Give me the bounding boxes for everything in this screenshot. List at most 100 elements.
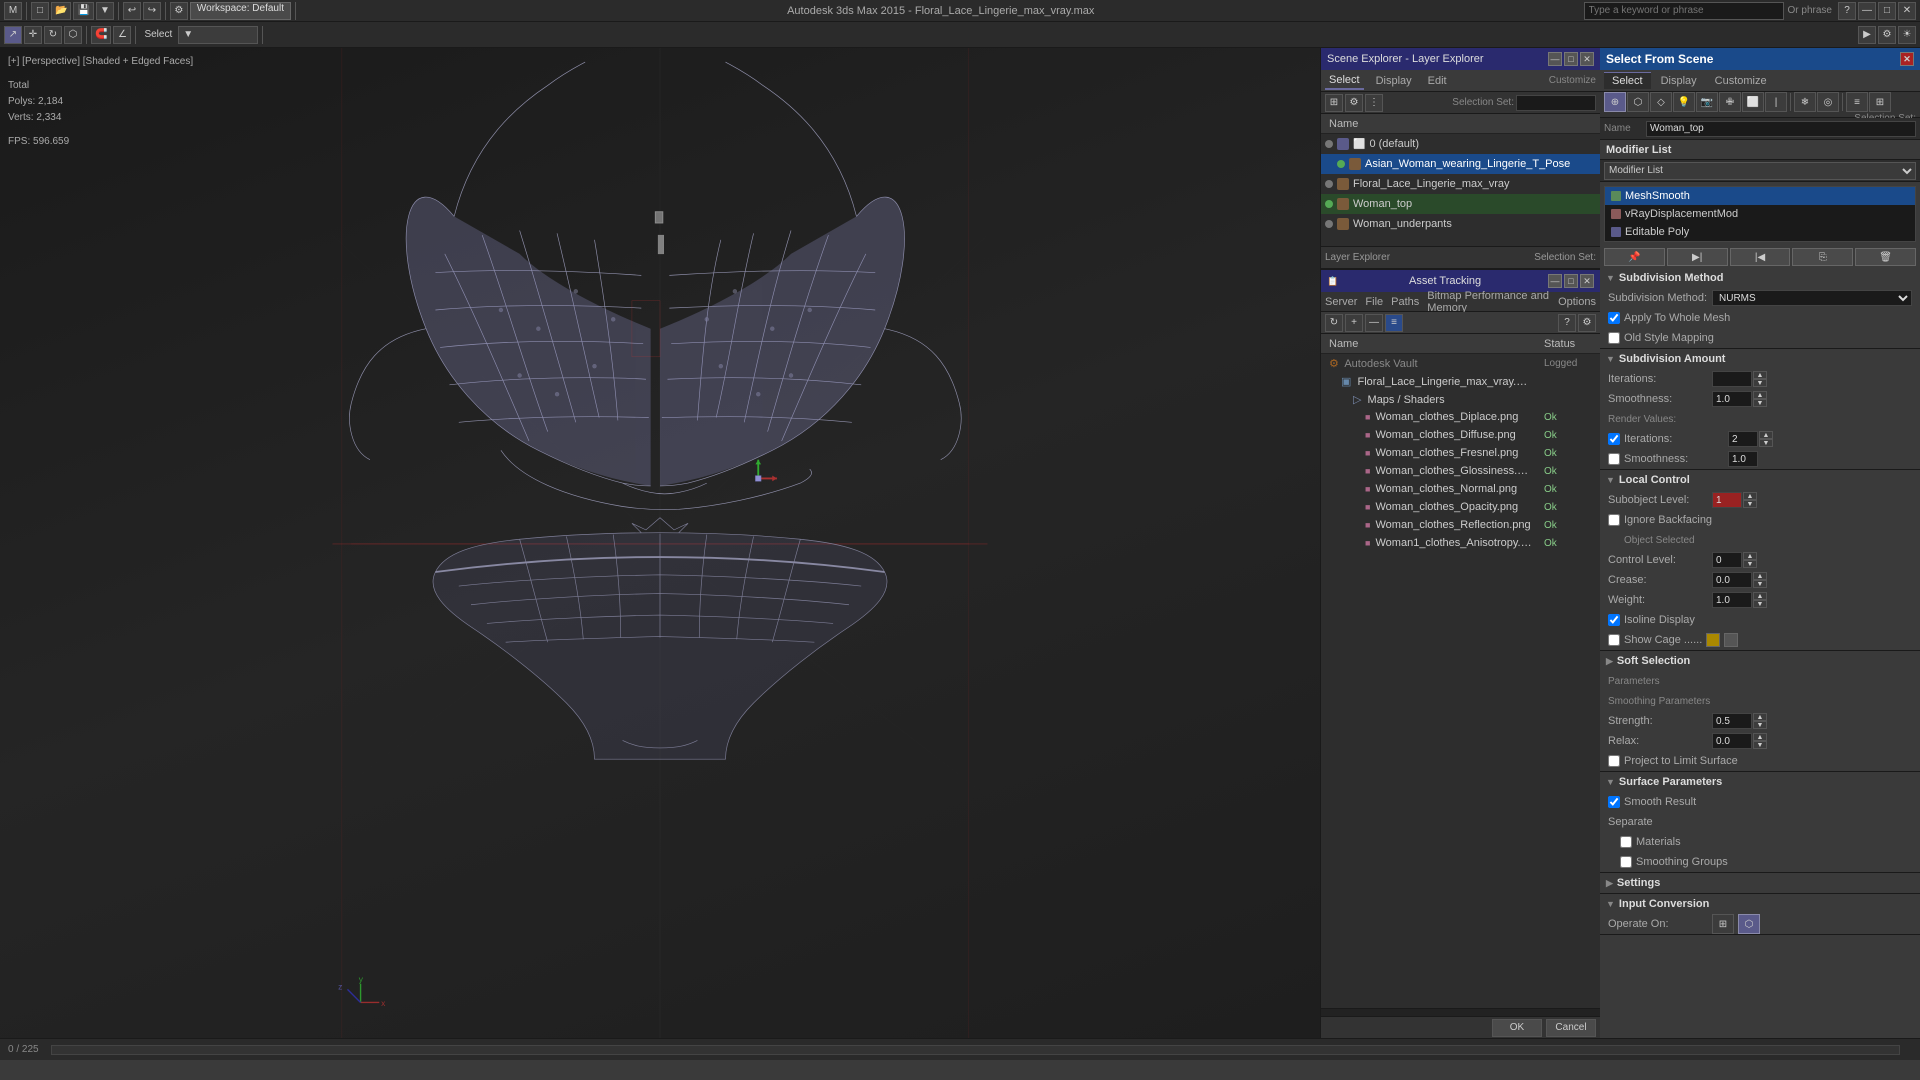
at-options-menu[interactable]: Options bbox=[1558, 296, 1596, 308]
angle-snap-btn[interactable]: ∠ bbox=[113, 26, 131, 44]
named-sel-dropdown[interactable]: ▼ bbox=[178, 26, 258, 44]
at-restore-btn[interactable]: □ bbox=[1564, 274, 1578, 288]
se-settings-btn[interactable]: ⚙ bbox=[1345, 94, 1363, 112]
strength-input[interactable] bbox=[1716, 716, 1748, 727]
sfs-tab-select[interactable]: Select bbox=[1604, 72, 1651, 89]
remove-modifier-btn[interactable]: 🗑 bbox=[1855, 248, 1916, 266]
subdivision-amount-header[interactable]: ▼ Subdivision Amount bbox=[1600, 349, 1920, 369]
at-server-menu[interactable]: Server bbox=[1325, 296, 1357, 308]
sel-all-btn[interactable]: ⊕ bbox=[1604, 92, 1626, 112]
sub-method-dropdown[interactable]: NURMS bbox=[1712, 290, 1912, 306]
subdivision-method-header[interactable]: ▼ Subdivision Method bbox=[1600, 268, 1920, 288]
at-file-menu[interactable]: File bbox=[1365, 296, 1383, 308]
name-filter-input[interactable] bbox=[1646, 121, 1916, 137]
show-result-btn[interactable]: |◀ bbox=[1730, 248, 1791, 266]
at-item-vault[interactable]: ⚙ Autodesk Vault Logged bbox=[1321, 354, 1600, 372]
ctrl-up[interactable]: ▲ bbox=[1743, 552, 1757, 560]
modifier-vray-disp[interactable]: vRayDisplacementMod bbox=[1605, 205, 1915, 223]
operate-on-btn1[interactable]: ⊞ bbox=[1712, 914, 1734, 934]
open-btn[interactable]: 📂 bbox=[51, 2, 71, 20]
at-refresh-btn[interactable]: ↻ bbox=[1325, 314, 1343, 332]
make-unique-btn[interactable]: ⎘ bbox=[1792, 248, 1853, 266]
sfs-tab-display[interactable]: Display bbox=[1653, 73, 1705, 89]
se-sort-btn[interactable]: ⋮ bbox=[1365, 94, 1383, 112]
render-smooth-checkbox[interactable] bbox=[1608, 453, 1620, 465]
viewport[interactable]: [+] [Perspective] [Shaded + Edged Faces]… bbox=[0, 48, 1320, 1038]
max-logo[interactable]: M bbox=[4, 2, 22, 20]
render-settings-btn[interactable]: ⚙ bbox=[170, 2, 188, 20]
close-scene-btn[interactable]: ✕ bbox=[1580, 52, 1594, 66]
tab-select[interactable]: Select bbox=[1325, 72, 1364, 90]
scene-item-underpants[interactable]: Woman_underpants bbox=[1321, 214, 1600, 234]
se-filter-btn[interactable]: ⊞ bbox=[1325, 94, 1343, 112]
sel-hide-btn[interactable]: ◎ bbox=[1817, 92, 1839, 112]
at-item-tex4[interactable]: ■ Woman_clothes_Normal.png Ok bbox=[1321, 480, 1600, 498]
sel-bone-btn[interactable]: | bbox=[1765, 92, 1787, 112]
select-tool-btn[interactable]: ↗ bbox=[4, 26, 22, 44]
render-iter-input[interactable] bbox=[1732, 434, 1754, 445]
at-bitmap-menu[interactable]: Bitmap Performance and Memory bbox=[1427, 290, 1550, 314]
ignore-backfacing-cb[interactable] bbox=[1608, 514, 1620, 526]
smoothness-input[interactable] bbox=[1716, 394, 1748, 405]
modifier-editable-poly[interactable]: Editable Poly bbox=[1605, 223, 1915, 241]
crease-input[interactable] bbox=[1716, 575, 1748, 586]
relax-input[interactable] bbox=[1716, 736, 1748, 747]
scene-item-floral[interactable]: Floral_Lace_Lingerie_max_vray bbox=[1321, 174, 1600, 194]
render-iter-up[interactable]: ▲ bbox=[1759, 431, 1773, 439]
sfs-close-btn[interactable]: ✕ bbox=[1900, 52, 1914, 66]
weight-up[interactable]: ▲ bbox=[1753, 592, 1767, 600]
at-ok-btn[interactable]: OK bbox=[1492, 1019, 1542, 1037]
render-iter-checkbox[interactable] bbox=[1608, 433, 1620, 445]
move-tool-btn[interactable]: ✛ bbox=[24, 26, 42, 44]
active-shade-btn[interactable]: ☀ bbox=[1898, 26, 1916, 44]
at-settings-btn[interactable]: ⚙ bbox=[1578, 314, 1596, 332]
at-item-tex1[interactable]: ■ Woman_clothes_Diffuse.png Ok bbox=[1321, 426, 1600, 444]
materials-cb[interactable] bbox=[1620, 836, 1632, 848]
sel-list-btn[interactable]: ≡ bbox=[1846, 92, 1868, 112]
cage-color1[interactable] bbox=[1706, 633, 1720, 647]
at-remove-btn[interactable]: — bbox=[1365, 314, 1383, 332]
smooth-up-btn[interactable]: ▲ bbox=[1753, 391, 1767, 399]
settings-header[interactable]: ▶ Settings bbox=[1600, 873, 1920, 893]
crease-up[interactable]: ▲ bbox=[1753, 572, 1767, 580]
scene-item-woman-top[interactable]: Woman_top bbox=[1321, 194, 1600, 214]
customize-label[interactable]: Customize bbox=[1549, 75, 1596, 86]
crease-down[interactable]: ▼ bbox=[1753, 580, 1767, 588]
at-item-max-file[interactable]: ▣ Floral_Lace_Lingerie_max_vray.max bbox=[1321, 372, 1600, 390]
iter-up-btn[interactable]: ▲ bbox=[1753, 371, 1767, 379]
at-list-btn[interactable]: ≡ bbox=[1385, 314, 1403, 332]
smooth-result-cb[interactable] bbox=[1608, 796, 1620, 808]
at-add-btn[interactable]: + bbox=[1345, 314, 1363, 332]
at-help-btn[interactable]: ? bbox=[1558, 314, 1576, 332]
selection-set-input[interactable] bbox=[1516, 95, 1596, 111]
relax-up[interactable]: ▲ bbox=[1753, 733, 1767, 741]
tab-display[interactable]: Display bbox=[1372, 73, 1416, 89]
save-as-btn[interactable]: ▼ bbox=[96, 2, 114, 20]
show-end-btn[interactable]: ▶| bbox=[1667, 248, 1728, 266]
scene-item-layer0[interactable]: ⬜ 0 (default) bbox=[1321, 134, 1600, 154]
iterations-input[interactable] bbox=[1716, 374, 1748, 385]
render-setup-btn[interactable]: ⚙ bbox=[1878, 26, 1896, 44]
at-close-btn[interactable]: ✕ bbox=[1580, 274, 1594, 288]
at-paths-menu[interactable]: Paths bbox=[1391, 296, 1419, 308]
sel-freeze-btn[interactable]: ❄ bbox=[1794, 92, 1816, 112]
at-cancel-btn[interactable]: Cancel bbox=[1546, 1019, 1596, 1037]
sel-shape-btn[interactable]: ◇ bbox=[1650, 92, 1672, 112]
smoothing-groups-cb[interactable] bbox=[1620, 856, 1632, 868]
surface-params-header[interactable]: ▼ Surface Parameters bbox=[1600, 772, 1920, 792]
input-conversion-header[interactable]: ▼ Input Conversion bbox=[1600, 894, 1920, 914]
ctrl-down[interactable]: ▼ bbox=[1743, 560, 1757, 568]
max-btn[interactable]: □ bbox=[1878, 2, 1896, 20]
search-input[interactable] bbox=[1584, 2, 1784, 20]
render-smooth-input[interactable] bbox=[1732, 454, 1754, 465]
close-btn[interactable]: ✕ bbox=[1898, 2, 1916, 20]
at-item-tex5[interactable]: ■ Woman_clothes_Opacity.png Ok bbox=[1321, 498, 1600, 516]
minimize-scene-btn[interactable]: — bbox=[1548, 52, 1562, 66]
sel-cam-btn[interactable]: 📷 bbox=[1696, 92, 1718, 112]
old-style-checkbox[interactable] bbox=[1608, 332, 1620, 344]
scene-item-asian-woman[interactable]: Asian_Woman_wearing_Lingerie_T_Pose bbox=[1321, 154, 1600, 174]
render-iter-down[interactable]: ▼ bbox=[1759, 439, 1773, 447]
at-min-btn[interactable]: — bbox=[1548, 274, 1562, 288]
sfs-tab-customize[interactable]: Customize bbox=[1707, 73, 1775, 89]
workspace-dropdown[interactable]: Workspace: Default bbox=[190, 2, 291, 20]
